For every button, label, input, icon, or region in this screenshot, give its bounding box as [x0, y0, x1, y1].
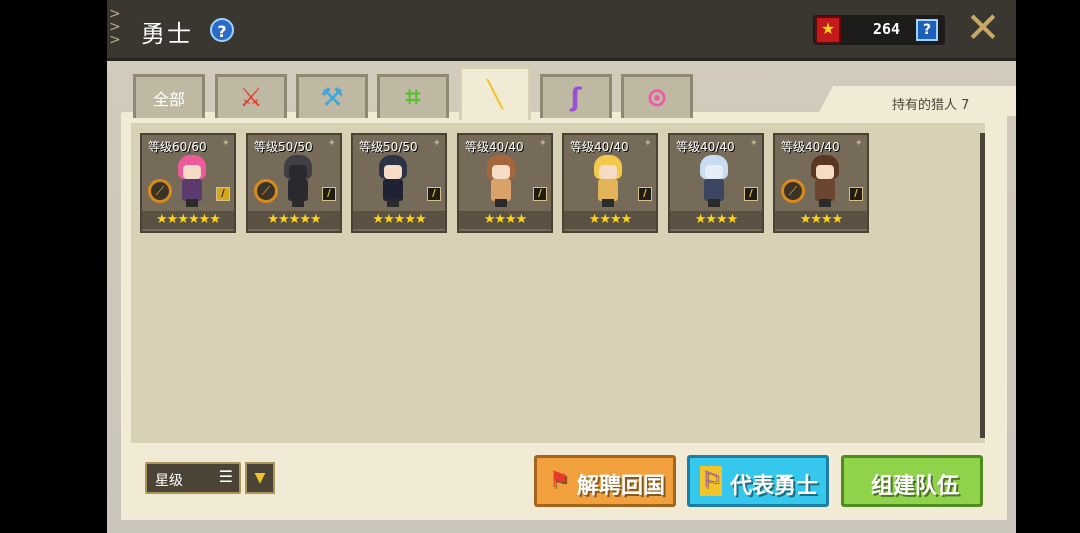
- hero-portrait: [696, 155, 732, 207]
- tab-bow[interactable]: ⌗: [377, 74, 449, 118]
- hero-level: 等级50/50: [254, 140, 313, 154]
- hero-stars: ★★★★: [775, 211, 867, 229]
- hero-stars: ★★★★★: [353, 211, 445, 229]
- rifle-icon: ╲: [487, 79, 503, 110]
- hero-card[interactable]: 等级50/50 ✦ ⟋ / ★★★★★: [246, 133, 342, 233]
- rifle-badge-icon: /: [744, 187, 758, 201]
- hero-stars: ★★★★★: [248, 211, 340, 229]
- form-team-button[interactable]: 组建队伍: [841, 455, 983, 507]
- hero-stars: ★★★★: [564, 211, 656, 229]
- tab-all[interactable]: 全部: [133, 74, 205, 118]
- hero-stars: ★★★★: [670, 211, 762, 229]
- compass-icon: ⟋: [148, 179, 172, 203]
- back-arrow-icon[interactable]: > > >: [109, 7, 125, 50]
- corner-decoration: ✦: [327, 138, 336, 149]
- medal-icon: ★: [815, 16, 841, 44]
- corner-decoration: ✦: [432, 138, 441, 149]
- hero-portrait: [174, 155, 210, 207]
- currency-display: ★ 264 ?: [813, 15, 945, 45]
- hero-stars: ★★★★★★: [142, 211, 234, 229]
- staff-icon: ʃ: [570, 82, 582, 113]
- medallion-icon: ⊙: [646, 82, 668, 113]
- currency-help-icon[interactable]: ?: [916, 19, 938, 41]
- corner-decoration: ✦: [749, 138, 758, 149]
- hero-level: 等级60/60: [148, 140, 207, 154]
- corner-decoration: ✦: [643, 138, 652, 149]
- hero-level: 等级40/40: [676, 140, 735, 154]
- corner-decoration: ✦: [221, 138, 230, 149]
- rifle-badge-icon: /: [322, 187, 336, 201]
- hero-card[interactable]: 等级40/40 ✦ / ★★★★: [457, 133, 553, 233]
- hero-card[interactable]: 等级60/60 ✦ ⟋ / ★★★★★★: [140, 133, 236, 233]
- form-team-label: 组建队伍: [871, 474, 960, 499]
- sort-selector[interactable]: 星级 ☰: [145, 462, 241, 494]
- sort-dropdown-button[interactable]: ▼: [245, 462, 275, 494]
- hero-card[interactable]: 等级40/40 ✦ / ★★★★: [562, 133, 658, 233]
- page-title: 勇士: [141, 20, 193, 48]
- compass-icon: ⟋: [781, 179, 805, 203]
- hero-level: 等级40/40: [781, 140, 840, 154]
- banner-icon: ⚐: [700, 466, 722, 496]
- chevron-down-icon: ▼: [254, 470, 266, 486]
- tab-rifle[interactable]: ╲: [459, 66, 531, 120]
- top-bar: > > > 勇士 ? ★ 264 ? ✕: [107, 0, 1016, 61]
- hero-card[interactable]: 等级40/40 ✦ / ★★★★: [668, 133, 764, 233]
- help-icon[interactable]: ?: [210, 18, 234, 42]
- tab-hammer[interactable]: ⚒: [296, 74, 368, 118]
- hero-portrait: [807, 155, 843, 207]
- scrollbar[interactable]: [980, 133, 985, 438]
- compass-icon: ⟋: [254, 179, 278, 203]
- game-screen: > > > 勇士 ? ★ 264 ? ✕ 全部 ⚔ ⚒ ⌗ ╲ ʃ ⊙ 持有的猎人 …: [107, 0, 1016, 533]
- hero-stars: ★★★★: [459, 211, 551, 229]
- tab-medallion[interactable]: ⊙: [621, 74, 693, 118]
- corner-decoration: ✦: [538, 138, 547, 149]
- dismiss-button[interactable]: ⚑ 解聘回国: [534, 455, 676, 507]
- hunter-count: 持有的猎人 7: [892, 98, 970, 113]
- corner-decoration: ✦: [854, 138, 863, 149]
- hero-level: 等级50/50: [359, 140, 418, 154]
- hero-card[interactable]: 等级40/40 ✦ ⟋ / ★★★★: [773, 133, 869, 233]
- currency-value: 264: [873, 20, 901, 38]
- hammer-icon: ⚒: [320, 82, 344, 113]
- hero-portrait: [590, 155, 626, 207]
- hero-portrait: [483, 155, 519, 207]
- rifle-badge-icon: /: [427, 187, 441, 201]
- sword-icon: ⚔: [239, 82, 263, 113]
- sort-label: 星级: [155, 473, 183, 489]
- hero-level: 等级40/40: [465, 140, 524, 154]
- hero-card[interactable]: 等级50/50 ✦ / ★★★★★: [351, 133, 447, 233]
- hero-portrait: [280, 155, 316, 207]
- representative-button[interactable]: ⚐ 代表勇士: [687, 455, 829, 507]
- tab-staff[interactable]: ʃ: [540, 74, 612, 118]
- hero-level: 等级40/40: [570, 140, 629, 154]
- tab-all-label: 全部: [152, 90, 185, 109]
- list-icon: ☰: [218, 467, 233, 486]
- rifle-badge-icon: /: [216, 187, 230, 201]
- dismiss-label: 解聘回国: [577, 474, 666, 499]
- rifle-badge-icon: /: [638, 187, 652, 201]
- rifle-badge-icon: /: [533, 187, 547, 201]
- rifle-badge-icon: /: [849, 187, 863, 201]
- tab-sword[interactable]: ⚔: [215, 74, 287, 118]
- hero-portrait: [375, 155, 411, 207]
- flag-icon: ⚑: [549, 468, 569, 493]
- representative-label: 代表勇士: [730, 474, 819, 499]
- bow-icon: ⌗: [405, 82, 421, 112]
- close-button[interactable]: ✕: [963, 7, 1003, 49]
